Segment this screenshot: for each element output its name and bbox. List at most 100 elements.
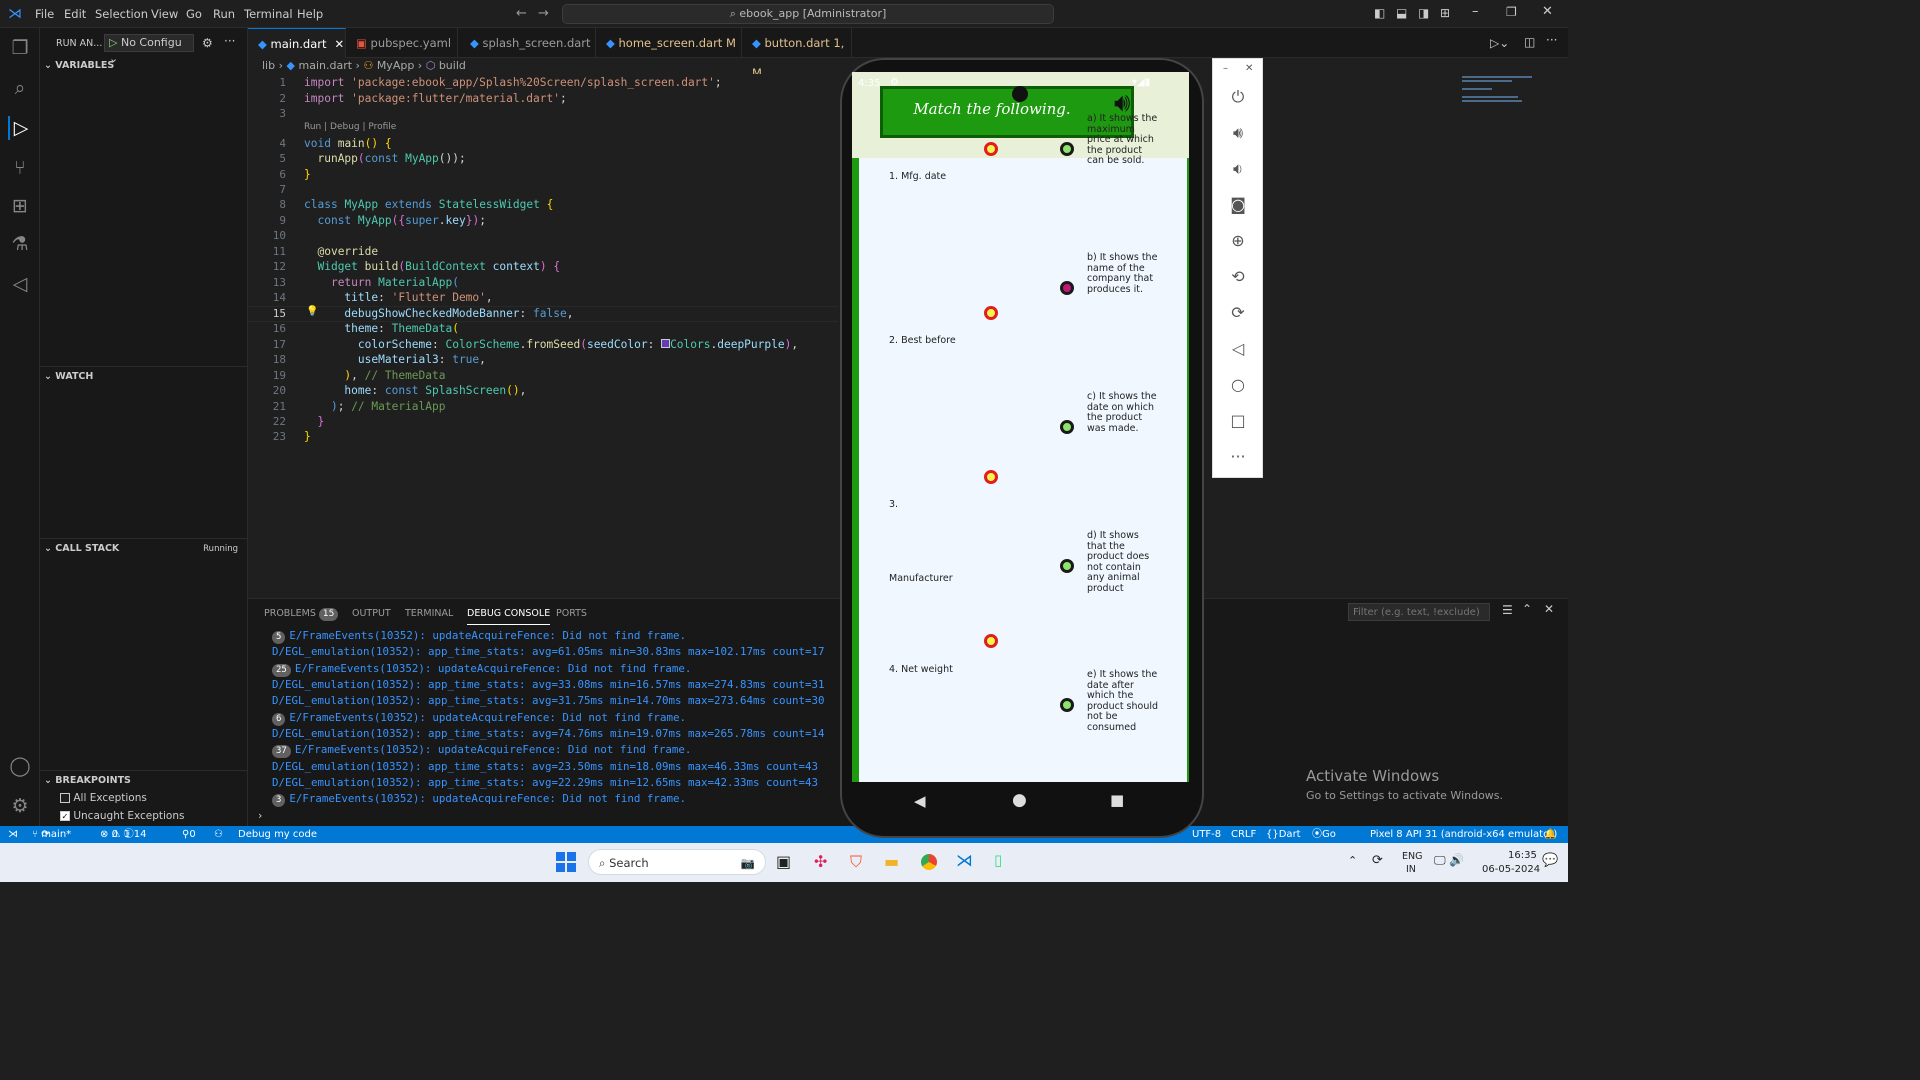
debug-config-icon[interactable]: ⚇ bbox=[214, 826, 223, 843]
tab-terminal[interactable]: TERMINAL bbox=[405, 603, 453, 625]
settings-gear-icon[interactable]: ⚙ bbox=[202, 36, 213, 50]
checkbox[interactable] bbox=[60, 793, 70, 803]
brave-icon[interactable]: ⛉ bbox=[850, 852, 862, 872]
split-editor-icon[interactable]: ◫ bbox=[1524, 35, 1535, 49]
bp-uncaught-exceptions[interactable]: ✓ Uncaught Exceptions bbox=[60, 810, 184, 822]
left-connector-dot[interactable] bbox=[984, 470, 998, 484]
tab-problems[interactable]: PROBLEMS 15 bbox=[264, 603, 342, 625]
tab-home-screen[interactable]: ◆ home_screen.dart M bbox=[596, 28, 742, 58]
tab-ports[interactable]: PORTS bbox=[556, 603, 587, 625]
tab-splash-screen[interactable]: ◆ splash_screen.dart bbox=[460, 28, 596, 58]
eol-status[interactable]: CRLF bbox=[1231, 826, 1256, 843]
right-connector-dot[interactable] bbox=[1060, 420, 1074, 434]
menu-terminal[interactable]: Terminal bbox=[244, 0, 293, 28]
tab-button[interactable]: ◆ button.dart 1, M bbox=[742, 28, 852, 80]
tab-debug-console[interactable]: DEBUG CONSOLE bbox=[467, 603, 551, 625]
code-editor[interactable]: 1 import 'package:ebook_app/Splash%20Scr… bbox=[248, 74, 838, 594]
call-stack-section[interactable]: ⌄ CALL STACK Running bbox=[40, 538, 248, 558]
right-connector-dot[interactable] bbox=[1060, 559, 1074, 573]
network-volume-icon[interactable]: 🖵 🔊 bbox=[1434, 853, 1464, 868]
source-control-icon[interactable]: ⑂ bbox=[8, 156, 32, 180]
maximize-panel-icon[interactable]: ⌃ bbox=[1522, 602, 1532, 616]
filter-input[interactable] bbox=[1348, 603, 1490, 621]
breadcrumb-member[interactable]: build bbox=[439, 59, 466, 72]
checkbox-checked[interactable]: ✓ bbox=[60, 811, 70, 821]
extensions-icon[interactable]: ⊞ bbox=[8, 194, 32, 218]
zoom-icon[interactable]: ⊕ bbox=[1226, 229, 1250, 253]
more-actions-icon[interactable]: ··· bbox=[224, 34, 235, 48]
toggle-secondary-sidebar-icon[interactable]: ◨ bbox=[1418, 6, 1429, 20]
testing-icon[interactable]: ⚗ bbox=[8, 232, 32, 256]
branch-status[interactable]: ⑂ main* ⟳ bbox=[32, 826, 71, 843]
tab-output[interactable]: OUTPUT bbox=[352, 603, 391, 625]
overview-icon[interactable]: □ bbox=[1226, 409, 1250, 433]
emu-close-icon[interactable]: ✕ bbox=[1245, 63, 1253, 74]
home-icon[interactable]: ○ bbox=[1226, 373, 1250, 397]
menu-edit[interactable]: Edit bbox=[64, 0, 86, 28]
command-center-search[interactable]: ⌕ ebook_app [Administrator] bbox=[562, 4, 1054, 24]
emulator-taskbar-icon[interactable]: ▯ bbox=[994, 851, 1002, 869]
console-prompt-icon[interactable]: › bbox=[258, 809, 262, 822]
menu-view[interactable]: View bbox=[151, 0, 178, 28]
problems-status[interactable]: ⊗ 0 ⚠ 1 ⓘ 14 bbox=[100, 826, 146, 843]
clock-time[interactable]: 16:35 bbox=[1508, 850, 1537, 861]
nav-home-icon[interactable]: ● bbox=[1012, 790, 1027, 810]
chrome-icon[interactable] bbox=[920, 853, 938, 871]
clear-console-icon[interactable]: ☰ bbox=[1502, 603, 1513, 617]
nav-back-icon[interactable]: ◀ bbox=[914, 792, 926, 810]
tab-main-dart[interactable]: ◆ main.dart ✕ bbox=[248, 28, 346, 58]
debug-config-label[interactable]: Debug my code bbox=[238, 826, 317, 843]
search-icon[interactable]: ⌕ bbox=[8, 76, 32, 100]
manage-gear-icon[interactable]: ⚙ bbox=[8, 794, 32, 818]
restore-icon[interactable]: ❐ bbox=[1506, 5, 1517, 19]
encoding-status[interactable]: UTF-8 bbox=[1192, 826, 1221, 843]
left-connector-dot[interactable] bbox=[984, 142, 998, 156]
language-indicator[interactable]: ENG bbox=[1402, 851, 1422, 862]
back-icon[interactable]: ◁ bbox=[1226, 337, 1250, 361]
right-connector-dot-selected[interactable] bbox=[1060, 281, 1074, 295]
go-live-status[interactable]: ⦿ Go Live bbox=[1312, 826, 1342, 857]
close-icon[interactable]: ✕ bbox=[1542, 4, 1553, 19]
file-explorer-icon[interactable]: ▬ bbox=[884, 852, 899, 871]
windows-start-icon[interactable] bbox=[556, 852, 576, 872]
screenshot-camera-icon[interactable]: ◙ bbox=[1226, 193, 1250, 217]
rotate-left-icon[interactable]: ⟲ bbox=[1226, 265, 1250, 289]
menu-help[interactable]: Help bbox=[297, 0, 323, 28]
ports-status[interactable]: ⚲ 0 bbox=[182, 826, 196, 843]
tab-pubspec[interactable]: ▣ pubspec.yaml bbox=[346, 28, 458, 58]
close-panel-icon[interactable]: ✕ bbox=[1544, 602, 1554, 616]
menu-go[interactable]: Go bbox=[186, 0, 202, 28]
menu-selection[interactable]: Selection bbox=[95, 0, 148, 28]
breadcrumb-file[interactable]: main.dart bbox=[298, 59, 352, 72]
emu-minimize-icon[interactable]: – bbox=[1223, 63, 1228, 74]
left-connector-dot[interactable] bbox=[984, 306, 998, 320]
debug-console-output[interactable]: 5 E/FrameEvents(10352): updateAcquireFenc… bbox=[248, 629, 838, 809]
sync-icon[interactable]: ⟳ bbox=[1372, 853, 1383, 868]
back-arrow-icon[interactable]: ← bbox=[516, 6, 527, 21]
emulator-screen[interactable]: 4:35 ⚙ ▾◢▮ Match the following. 🔊︎ 1. Mf… bbox=[852, 72, 1189, 782]
codelens[interactable]: Run | Debug | Profile bbox=[304, 122, 396, 132]
minimap[interactable] bbox=[1462, 74, 1552, 114]
close-tab-icon[interactable]: ✕ bbox=[334, 37, 344, 51]
taskbar-search[interactable]: ⌕ Search 📷 bbox=[588, 849, 766, 875]
explorer-icon[interactable]: ❐ bbox=[8, 36, 32, 60]
left-connector-dot[interactable] bbox=[984, 634, 998, 648]
bp-all-exceptions[interactable]: All Exceptions bbox=[60, 792, 147, 804]
volume-down-icon[interactable]: 🔉︎ bbox=[1226, 157, 1250, 181]
run-debug-icon[interactable]: ▷ bbox=[8, 116, 32, 140]
menu-run[interactable]: Run bbox=[213, 0, 235, 28]
start-debug-icon[interactable]: ▷ bbox=[109, 36, 121, 49]
more-icon[interactable]: ··· bbox=[1226, 445, 1250, 469]
forward-arrow-icon[interactable]: → bbox=[538, 6, 549, 21]
nav-recents-icon[interactable]: ■ bbox=[1110, 791, 1124, 809]
device-status[interactable]: Pixel 8 API 31 (android-x64 emulator) bbox=[1370, 826, 1557, 843]
color-swatch[interactable] bbox=[661, 339, 671, 348]
account-icon[interactable]: ◯ bbox=[8, 754, 32, 778]
vscode-taskbar-icon[interactable]: ⋊ bbox=[956, 851, 973, 871]
volume-up-icon[interactable]: 🔊︎ bbox=[1226, 121, 1250, 145]
toggle-sidebar-icon[interactable]: ◧ bbox=[1374, 6, 1385, 20]
customize-layout-icon[interactable]: ⊞ bbox=[1440, 6, 1450, 20]
power-icon[interactable]: ⏻ bbox=[1226, 85, 1250, 109]
remote-icon[interactable]: ⋊ bbox=[8, 826, 18, 843]
watch-section[interactable]: ⌄ WATCH bbox=[40, 366, 248, 386]
